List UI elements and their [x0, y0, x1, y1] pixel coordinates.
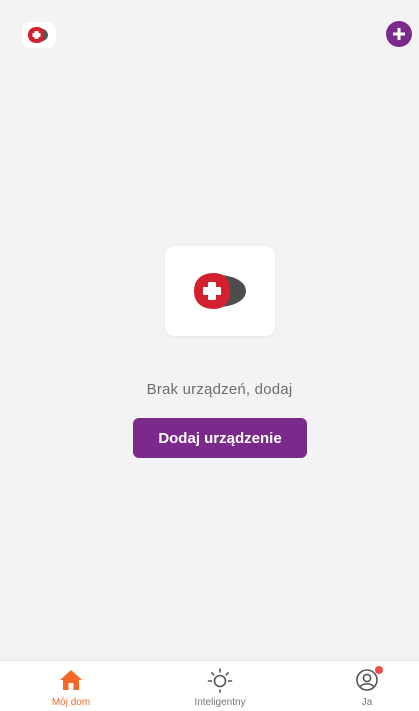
nav-item-home[interactable]: Mój dom [26, 661, 116, 711]
nav-item-me[interactable]: Ja [322, 661, 412, 711]
add-device-plus-icon[interactable] [386, 21, 412, 47]
notification-badge [375, 666, 383, 674]
nav-label-me: Ja [361, 697, 373, 708]
home-icon [58, 667, 84, 693]
nav-label-home: Mój dom [51, 697, 91, 708]
empty-state-logo [165, 246, 275, 336]
bottom-navigation: Mój dom Inteligentny Ja [0, 660, 419, 711]
add-device-button[interactable]: Dodaj urządzenie [133, 418, 307, 458]
nav-item-smart[interactable]: Inteligentny [175, 661, 265, 711]
nav-label-smart: Inteligentny [194, 697, 246, 708]
empty-state-message: Brak urządzeń, dodaj [146, 381, 293, 398]
user-icon [355, 666, 383, 693]
app-logo-icon [194, 273, 246, 309]
app-screen: Brak urządzeń, dodaj Dodaj urządzenie Mó… [0, 0, 419, 711]
sun-icon [207, 667, 233, 693]
app-logo-icon [22, 22, 56, 48]
